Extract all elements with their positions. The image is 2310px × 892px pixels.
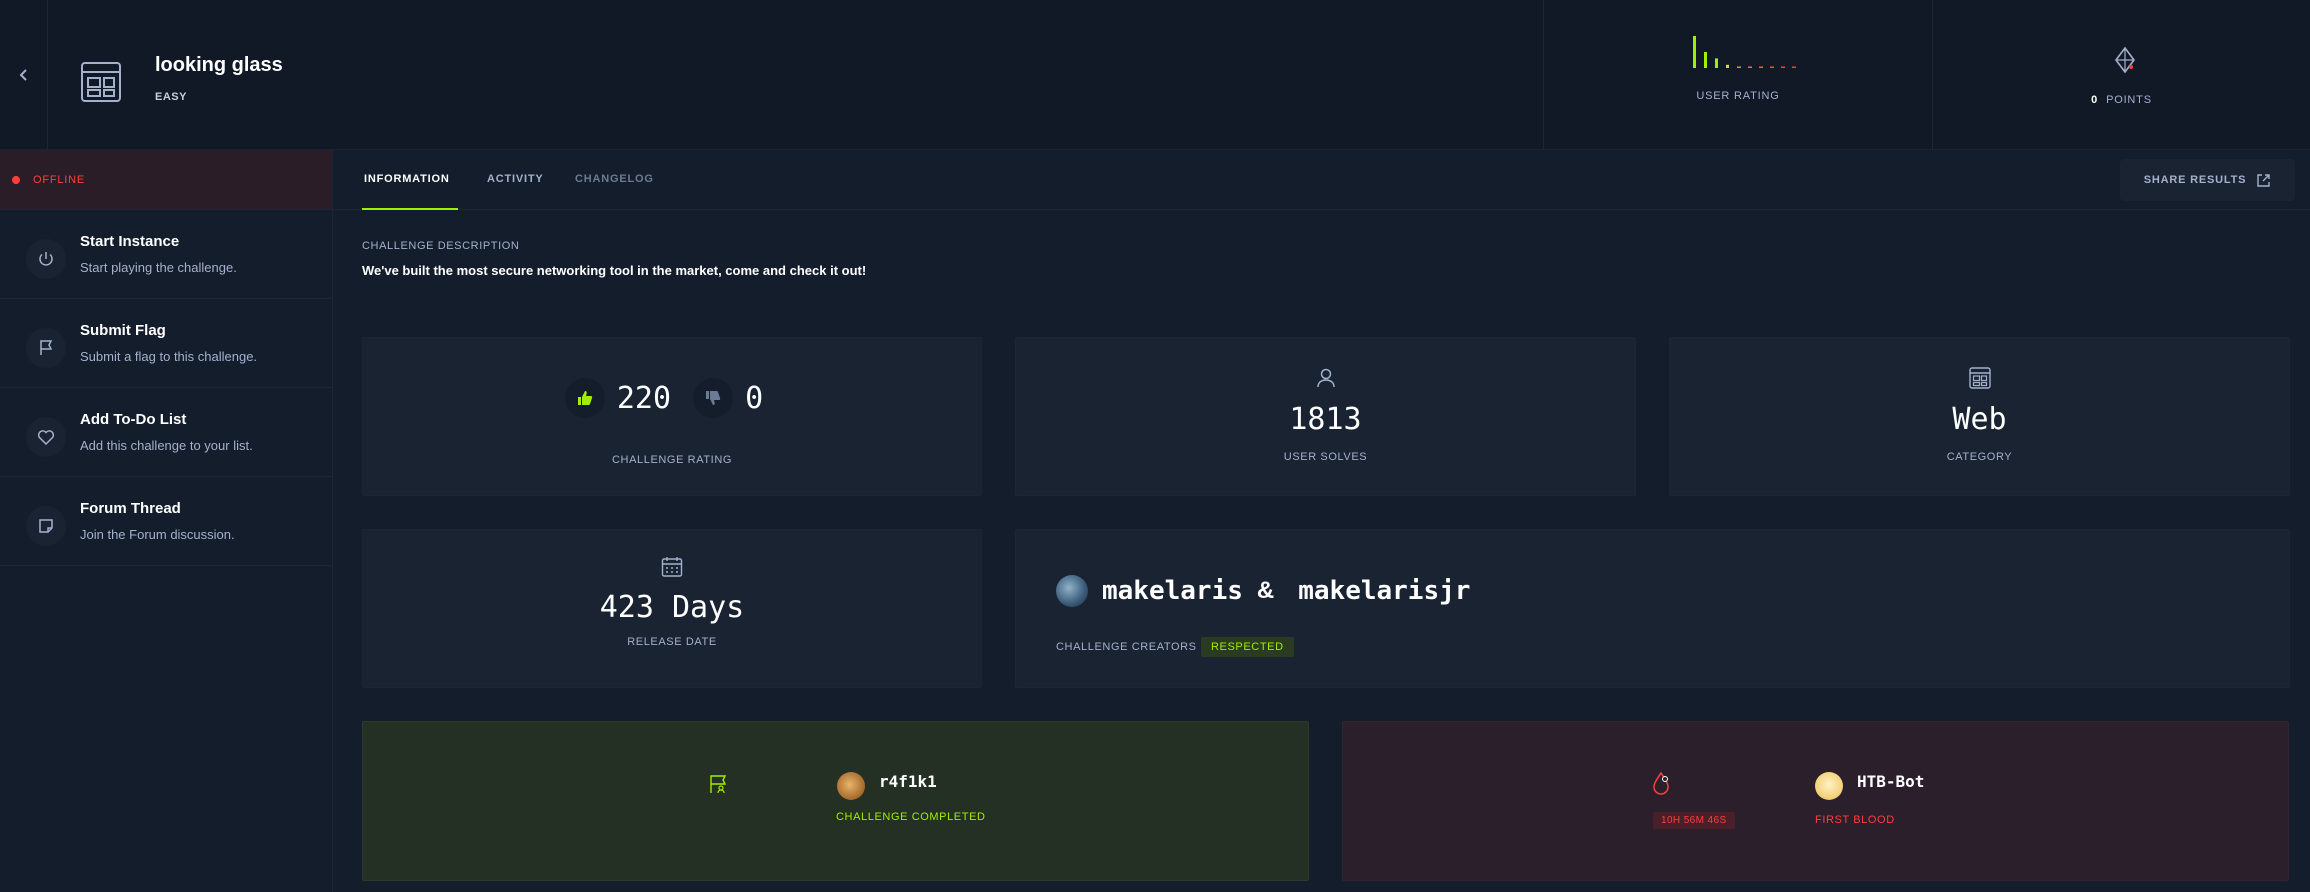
upvote-button[interactable] bbox=[564, 378, 605, 418]
rating-bar bbox=[1759, 66, 1763, 68]
calendar-icon bbox=[661, 557, 683, 577]
action-subtitle: Start playing the challenge. bbox=[80, 260, 237, 275]
user-rating-chart bbox=[1693, 36, 1796, 68]
power-icon bbox=[26, 239, 66, 279]
rating-bar bbox=[1693, 36, 1696, 68]
respected-badge: RESPECTED bbox=[1201, 637, 1294, 657]
solver-avatar[interactable] bbox=[837, 772, 865, 800]
blood-drop-icon bbox=[1653, 771, 1669, 795]
points-value: 0 bbox=[2091, 94, 2099, 106]
creators-label: CHALLENGE CREATORS bbox=[1056, 641, 1197, 653]
rating-bar bbox=[1715, 58, 1718, 68]
action-title: Add To-Do List bbox=[80, 411, 187, 428]
instance-status: OFFLINE bbox=[0, 150, 332, 210]
points-display: 0 POINTS bbox=[1933, 94, 2310, 106]
flag-user-icon bbox=[710, 775, 727, 794]
thumbs-down-icon bbox=[706, 391, 721, 405]
user-solves-count: 1813 bbox=[1289, 402, 1362, 437]
first-blood-label: FIRST BLOOD bbox=[1815, 814, 1895, 826]
creator-avatar[interactable] bbox=[1056, 575, 1088, 607]
release-date-label: RELEASE DATE bbox=[627, 636, 717, 648]
challenge-title: looking glass bbox=[155, 54, 283, 76]
back-button[interactable] bbox=[0, 0, 48, 150]
external-link-icon bbox=[2257, 173, 2270, 187]
user-rating-panel: USER RATING bbox=[1543, 0, 1933, 150]
tab-changelog[interactable]: CHANGELOG bbox=[575, 150, 654, 210]
rating-bar bbox=[1770, 66, 1774, 68]
user-solve-card: r4f1k1 CHALLENGE COMPLETED bbox=[362, 721, 1309, 881]
challenge-header: looking glass EASY USER RATING 0 POINTS bbox=[0, 0, 2310, 150]
challenge-rating-card: 220 0 CHALLENGE RATING bbox=[362, 337, 982, 496]
first-blood-avatar[interactable] bbox=[1815, 772, 1843, 800]
category-value: Web bbox=[1952, 402, 2007, 437]
status-text: OFFLINE bbox=[33, 173, 86, 186]
forum-thread-button[interactable]: Forum Thread Join the Forum discussion. bbox=[0, 477, 332, 566]
rating-bar bbox=[1781, 66, 1785, 68]
tab-information[interactable]: INFORMATION bbox=[362, 150, 458, 210]
action-title: Forum Thread bbox=[80, 500, 181, 517]
tab-bar: INFORMATION ACTIVITY CHANGELOG SHARE RES… bbox=[333, 150, 2310, 210]
action-title: Start Instance bbox=[80, 233, 180, 250]
challenge-sidebar: OFFLINE Start Instance Start playing the… bbox=[0, 150, 333, 892]
challenge-rating-label: CHALLENGE RATING bbox=[611, 454, 733, 466]
web-category-icon bbox=[1968, 367, 1991, 389]
creator-name-2[interactable]: makelarisjr bbox=[1298, 576, 1470, 606]
action-subtitle: Submit a flag to this challenge. bbox=[80, 349, 258, 364]
submit-flag-button[interactable]: Submit Flag Submit a flag to this challe… bbox=[0, 299, 332, 388]
rating-bar bbox=[1726, 64, 1729, 68]
tab-activity[interactable]: ACTIVITY bbox=[487, 150, 544, 210]
release-date-value: 423 Days bbox=[599, 590, 745, 625]
category-card: Web CATEGORY bbox=[1669, 337, 2290, 496]
first-blood-name[interactable]: HTB-Bot bbox=[1857, 772, 1924, 791]
note-icon bbox=[26, 506, 66, 546]
rating-bar bbox=[1737, 66, 1741, 68]
add-todo-button[interactable]: Add To-Do List Add this challenge to you… bbox=[0, 388, 332, 477]
points-label: POINTS bbox=[2106, 94, 2152, 106]
action-subtitle: Add this challenge to your list. bbox=[80, 438, 253, 453]
description-label: CHALLENGE DESCRIPTION bbox=[362, 240, 520, 252]
creator-name-1[interactable]: makelaris bbox=[1102, 576, 1243, 606]
first-blood-time: 10H 56M 46S bbox=[1653, 812, 1735, 829]
points-panel: 0 POINTS bbox=[1933, 0, 2310, 150]
offline-dot-icon bbox=[12, 175, 20, 184]
category-label: CATEGORY bbox=[1946, 451, 2013, 463]
user-solves-card: 1813 USER SOLVES bbox=[1015, 337, 1636, 496]
chevron-left-icon bbox=[19, 69, 27, 81]
first-blood-card: 10H 56M 46S HTB-Bot FIRST BLOOD bbox=[1342, 721, 2289, 881]
vote-row: 220 0 bbox=[363, 378, 981, 418]
user-rating-label: USER RATING bbox=[1696, 90, 1780, 102]
start-instance-button[interactable]: Start Instance Start playing the challen… bbox=[0, 210, 332, 299]
release-date-card: 423 Days RELEASE DATE bbox=[362, 529, 982, 688]
heart-icon bbox=[26, 417, 66, 457]
downvote-count: 0 bbox=[745, 380, 764, 416]
downvote-button[interactable] bbox=[693, 378, 734, 418]
creator-separator: & bbox=[1256, 577, 1275, 604]
rating-bar bbox=[1704, 52, 1707, 68]
challenge-completed-label: CHALLENGE COMPLETED bbox=[836, 811, 986, 823]
solver-name[interactable]: r4f1k1 bbox=[879, 772, 937, 791]
flag-icon bbox=[26, 328, 66, 368]
difficulty-label: EASY bbox=[155, 91, 187, 103]
action-title: Submit Flag bbox=[80, 322, 166, 339]
creators-card: makelaris & makelarisjr CHALLENGE CREATO… bbox=[1015, 529, 2290, 688]
diamond-icon bbox=[2115, 46, 2135, 74]
creators-row: makelaris & makelarisjr bbox=[1056, 575, 1470, 607]
description-text: We've built the most secure networking t… bbox=[362, 263, 867, 278]
rating-bar bbox=[1748, 66, 1752, 68]
action-subtitle: Join the Forum discussion. bbox=[80, 527, 235, 542]
share-results-button[interactable]: SHARE RESULTS bbox=[2120, 159, 2295, 201]
upvote-count: 220 bbox=[616, 380, 672, 416]
share-results-label: SHARE RESULTS bbox=[2143, 174, 2247, 186]
thumbs-up-icon bbox=[577, 391, 593, 405]
rating-bar bbox=[1792, 66, 1796, 68]
web-category-icon bbox=[81, 62, 121, 102]
user-solves-label: USER SOLVES bbox=[1283, 451, 1368, 463]
user-icon bbox=[1316, 368, 1335, 388]
